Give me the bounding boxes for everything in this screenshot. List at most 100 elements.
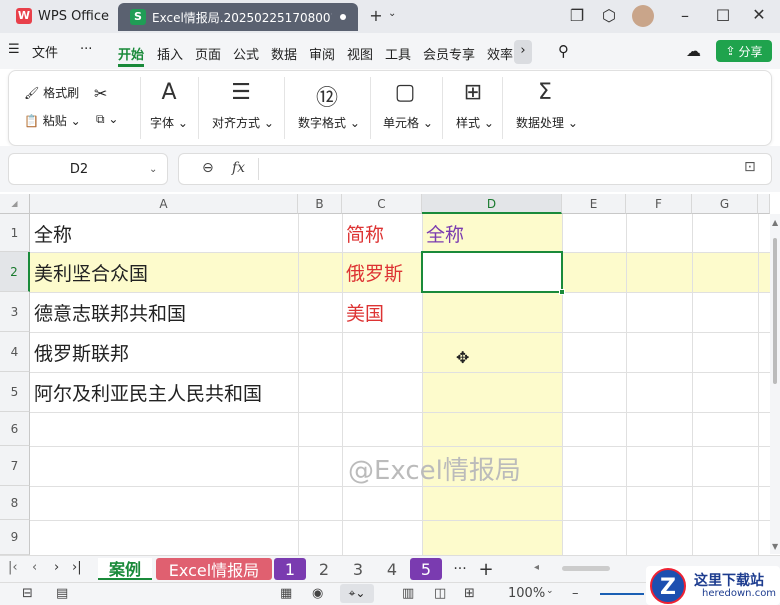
maximize-button[interactable]: ☐ [714, 6, 732, 25]
cell-d1[interactable]: 全称 [422, 214, 562, 252]
sheet-tab-2[interactable]: 2 [308, 558, 340, 580]
chevron-down-icon[interactable]: ⌄ [388, 8, 396, 19]
add-sheet-button[interactable]: + [476, 558, 496, 580]
eye-icon[interactable]: ◉ [312, 586, 323, 601]
first-sheet-icon[interactable]: |‹ [8, 560, 18, 575]
cells-button[interactable]: 单元格 ⌄ [383, 114, 433, 131]
hamburger-icon[interactable]: ☰ [8, 42, 20, 57]
row-header-7[interactable]: 7 [0, 446, 30, 486]
column-header-a[interactable]: A [30, 194, 298, 214]
sheet-tab-1[interactable]: 1 [274, 558, 306, 580]
row-header-3[interactable]: 3 [0, 292, 30, 332]
formula-input[interactable] [178, 153, 772, 185]
cell-a3[interactable]: 德意志联邦共和国 [30, 292, 298, 332]
menu-page[interactable]: 页面 [195, 44, 221, 63]
cell-a4[interactable]: 俄罗斯联邦 [30, 332, 298, 372]
column-header-b[interactable]: B [298, 194, 342, 214]
menu-data[interactable]: 数据 [271, 44, 297, 63]
hscroll-left-icon[interactable]: ◂ [534, 562, 539, 573]
column-header-c[interactable]: C [342, 194, 422, 214]
page-break-icon[interactable]: ⊞ [464, 586, 475, 601]
expand-formula-icon[interactable]: ⊡ [744, 159, 756, 175]
data-processing-button[interactable]: 数据处理 ⌄ [516, 114, 578, 131]
column-header-g[interactable]: G [692, 194, 758, 214]
sheet-tab-anli[interactable]: 案例 [98, 558, 152, 580]
cube-icon[interactable]: ⬡ [600, 6, 618, 25]
copy-button[interactable]: ⧉ ⌄ [96, 112, 118, 127]
align-button[interactable]: 对齐方式 ⌄ [212, 114, 274, 131]
window-layout-icon[interactable]: ❐ [568, 6, 586, 25]
prev-sheet-icon[interactable]: ‹ [32, 560, 37, 575]
font-button[interactable]: 字体 ⌄ [150, 114, 188, 131]
column-header-e[interactable]: E [562, 194, 626, 214]
minimize-button[interactable]: – [676, 6, 694, 25]
share-button[interactable]: ⇪ 分享 [716, 40, 772, 62]
menu-insert[interactable]: 插入 [157, 44, 183, 63]
doc-info-icon[interactable]: ▤ [56, 586, 68, 601]
menu-efficiency[interactable]: 效率 [487, 44, 513, 63]
scroll-up-icon[interactable]: ▲ [772, 218, 778, 227]
last-sheet-icon[interactable]: ›| [72, 560, 82, 575]
styles-button[interactable]: 样式 ⌄ [456, 114, 494, 131]
document-tab[interactable]: S Excel情报局.20250225170800135 [118, 3, 358, 31]
menu-view[interactable]: 视图 [347, 44, 373, 63]
cloud-sync-icon[interactable]: ☁ [686, 42, 701, 60]
zoom-level[interactable]: 100% [508, 586, 545, 601]
number-format-button[interactable]: 数字格式 ⌄ [298, 114, 360, 131]
sheet-tab-3[interactable]: 3 [342, 558, 374, 580]
fill-handle[interactable] [559, 289, 565, 295]
row-header-5[interactable]: 5 [0, 372, 30, 412]
crosshair-toggle-icon[interactable]: ⌖⌄ [340, 584, 374, 603]
row-header-9[interactable]: 9 [0, 520, 30, 555]
zoom-search-icon[interactable]: ⊖ [202, 160, 214, 176]
cell-a2[interactable]: 美利坚合众国 [30, 252, 298, 292]
more-sheets-button[interactable]: ··· [450, 558, 470, 580]
chevron-right-icon[interactable]: › [514, 40, 532, 64]
menu-home[interactable]: 开始 [118, 44, 144, 63]
format-painter-button[interactable]: 🖌 格式刷 [24, 84, 79, 101]
row-header-6[interactable]: 6 [0, 412, 30, 446]
scrollbar-thumb[interactable] [773, 238, 777, 384]
zoom-slider[interactable] [600, 593, 644, 595]
fx-icon[interactable]: fx [232, 160, 245, 176]
page-layout-icon[interactable]: ◫ [434, 586, 446, 601]
cell-c2[interactable]: 俄罗斯 [342, 252, 422, 292]
cell-a5[interactable]: 阿尔及利亚民主人民共和国 [30, 372, 298, 412]
search-icon[interactable]: ⚲ [558, 42, 569, 60]
horizontal-scrollbar-thumb[interactable] [562, 566, 610, 571]
cell-a1[interactable]: 全称 [30, 214, 298, 252]
menu-formula[interactable]: 公式 [233, 44, 259, 63]
next-sheet-icon[interactable]: › [54, 560, 59, 575]
normal-view-icon[interactable]: ▥ [402, 586, 414, 601]
name-box[interactable]: D2 ⌄ [8, 153, 168, 185]
menu-tools[interactable]: 工具 [385, 44, 411, 63]
close-button[interactable]: ✕ [750, 5, 768, 24]
sheet-tab-4[interactable]: 4 [376, 558, 408, 580]
sheet-tab-excel[interactable]: Excel情报局 [156, 558, 272, 580]
zoom-out-icon[interactable]: – [572, 586, 579, 601]
row-header-4[interactable]: 4 [0, 332, 30, 372]
cut-icon[interactable]: ✂ [94, 84, 107, 103]
menu-file[interactable]: 文件 [32, 42, 58, 61]
active-cell-d2[interactable] [421, 251, 563, 293]
select-all-corner[interactable]: ◢ [0, 194, 30, 214]
avatar[interactable] [632, 5, 654, 27]
wps-home-tab[interactable]: W WPS Office [4, 3, 112, 29]
column-header-d[interactable]: D [422, 194, 562, 214]
paste-button[interactable]: 📋 粘贴 ⌄ [24, 112, 81, 129]
row-header-1[interactable]: 1 [0, 214, 30, 252]
row-header-8[interactable]: 8 [0, 486, 30, 520]
menu-review[interactable]: 审阅 [309, 44, 335, 63]
cell-c1[interactable]: 简称 [342, 214, 422, 252]
row-header-2[interactable]: 2 [0, 252, 30, 292]
sheet-tab-5[interactable]: 5 [410, 558, 442, 580]
menu-more[interactable]: ··· [80, 42, 92, 57]
new-tab-button[interactable]: + [366, 6, 386, 25]
scroll-down-icon[interactable]: ▼ [772, 542, 778, 551]
table-view-icon[interactable]: ▦ [280, 586, 292, 601]
column-header-f[interactable]: F [626, 194, 692, 214]
cell-c3[interactable]: 美国 [342, 292, 422, 332]
chevron-down-icon[interactable]: ⌄ [546, 586, 554, 596]
menu-member[interactable]: 会员专享 [423, 44, 475, 63]
sidebar-toggle-icon[interactable]: ⊟ [22, 586, 33, 601]
